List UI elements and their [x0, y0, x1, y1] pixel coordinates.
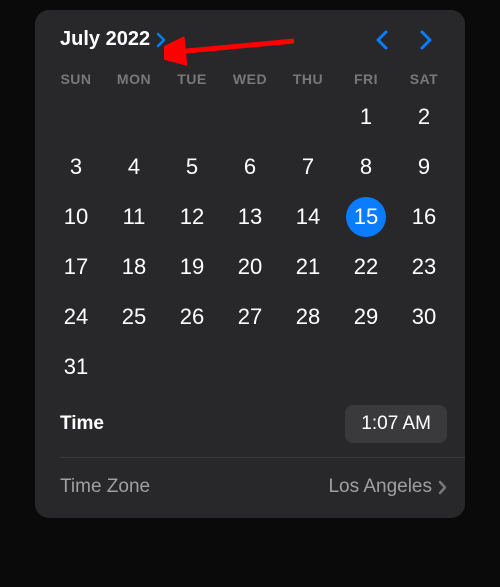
calendar-day[interactable]: 1 [337, 93, 395, 141]
calendar-day-empty [105, 93, 163, 141]
calendar-day[interactable]: 12 [163, 193, 221, 241]
calendar-day[interactable]: 28 [279, 293, 337, 341]
chevron-left-icon [375, 29, 389, 51]
time-value-button[interactable]: 1:07 AM [345, 405, 447, 443]
weekday-label: SAT [395, 65, 453, 93]
calendar-day[interactable]: 5 [163, 143, 221, 191]
calendar-day[interactable]: 8 [337, 143, 395, 191]
calendar-header: July 2022 [35, 28, 465, 61]
date-time-picker-panel: July 2022 SUN MON TUE WED THU FRI SAT 12… [35, 10, 465, 518]
calendar-day[interactable]: 6 [221, 143, 279, 191]
weekday-label: MON [105, 65, 163, 93]
calendar-day[interactable]: 29 [337, 293, 395, 341]
calendar-day[interactable]: 27 [221, 293, 279, 341]
calendar-days-grid: 1234567891011121314151617181920212223242… [35, 93, 465, 391]
calendar-day[interactable]: 2 [395, 93, 453, 141]
weekday-label: WED [221, 65, 279, 93]
next-month-button[interactable] [419, 29, 433, 51]
calendar-day[interactable]: 18 [105, 243, 163, 291]
calendar-day-empty [47, 93, 105, 141]
timezone-row[interactable]: Time Zone Los Angeles [35, 458, 465, 518]
timezone-label: Time Zone [60, 476, 150, 498]
calendar-day-empty [163, 93, 221, 141]
weekday-label: THU [279, 65, 337, 93]
calendar-day[interactable]: 15 [337, 193, 395, 241]
calendar-day[interactable]: 21 [279, 243, 337, 291]
calendar-day[interactable]: 30 [395, 293, 453, 341]
calendar-day[interactable]: 13 [221, 193, 279, 241]
calendar-day-empty [221, 93, 279, 141]
calendar-day[interactable]: 31 [47, 343, 105, 391]
calendar-day[interactable]: 3 [47, 143, 105, 191]
month-year-label[interactable]: July 2022 [60, 28, 150, 51]
calendar-day[interactable]: 11 [105, 193, 163, 241]
chevron-right-icon [438, 480, 447, 495]
weekday-header-row: SUN MON TUE WED THU FRI SAT [35, 65, 465, 93]
calendar-day[interactable]: 17 [47, 243, 105, 291]
calendar-day[interactable]: 10 [47, 193, 105, 241]
time-row: Time 1:07 AM [35, 391, 465, 457]
weekday-label: TUE [163, 65, 221, 93]
weekday-label: SUN [47, 65, 105, 93]
month-nav [375, 29, 447, 51]
calendar-day[interactable]: 24 [47, 293, 105, 341]
chevron-right-icon [419, 29, 433, 51]
calendar-day-empty [279, 93, 337, 141]
calendar-day[interactable]: 26 [163, 293, 221, 341]
calendar-day[interactable]: 23 [395, 243, 453, 291]
month-expand-icon[interactable] [156, 32, 166, 48]
time-label: Time [60, 413, 104, 435]
calendar-day[interactable]: 16 [395, 193, 453, 241]
timezone-value-text: Los Angeles [328, 476, 432, 498]
calendar-day[interactable]: 9 [395, 143, 453, 191]
weekday-label: FRI [337, 65, 395, 93]
prev-month-button[interactable] [375, 29, 389, 51]
calendar-day[interactable]: 25 [105, 293, 163, 341]
calendar-day[interactable]: 4 [105, 143, 163, 191]
calendar-day[interactable]: 7 [279, 143, 337, 191]
timezone-value: Los Angeles [328, 476, 447, 498]
calendar-day[interactable]: 19 [163, 243, 221, 291]
calendar-day[interactable]: 22 [337, 243, 395, 291]
calendar-day[interactable]: 20 [221, 243, 279, 291]
calendar-day[interactable]: 14 [279, 193, 337, 241]
